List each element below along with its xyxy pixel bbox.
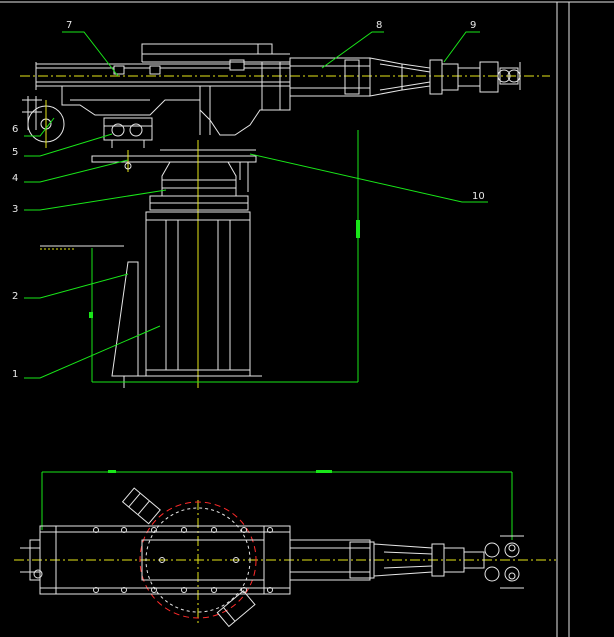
- callout-7: 7: [66, 20, 72, 31]
- callout-4: 4: [12, 173, 18, 184]
- ground-line: [40, 245, 124, 250]
- elevation-view: [20, 43, 550, 388]
- slewing-platform: [91, 149, 257, 192]
- telescopic-cylinder: [289, 57, 431, 97]
- callout-1: 1: [12, 369, 18, 380]
- gripper-head: [429, 59, 521, 95]
- callout-2: 2: [12, 291, 18, 302]
- dimension-lines: [89, 130, 360, 383]
- slewing-body: [61, 62, 291, 136]
- top-housing: [141, 43, 290, 63]
- plan-view: [14, 470, 556, 628]
- drive-unit: [103, 117, 153, 148]
- pedestal-column: [130, 211, 262, 383]
- callout-3: 3: [12, 204, 18, 215]
- cad-drawing-canvas: 7 8 9 6 5 4 3 2 1 10: [0, 1, 614, 637]
- callout-5: 5: [12, 147, 18, 158]
- pulley-assembly: [22, 96, 65, 148]
- callout-9: 9: [470, 20, 476, 31]
- callout-8: 8: [376, 20, 382, 31]
- support-bracket: [111, 261, 139, 388]
- callout-10: 10: [472, 191, 485, 202]
- callout-6: 6: [12, 124, 18, 135]
- column-bearing: [149, 140, 249, 388]
